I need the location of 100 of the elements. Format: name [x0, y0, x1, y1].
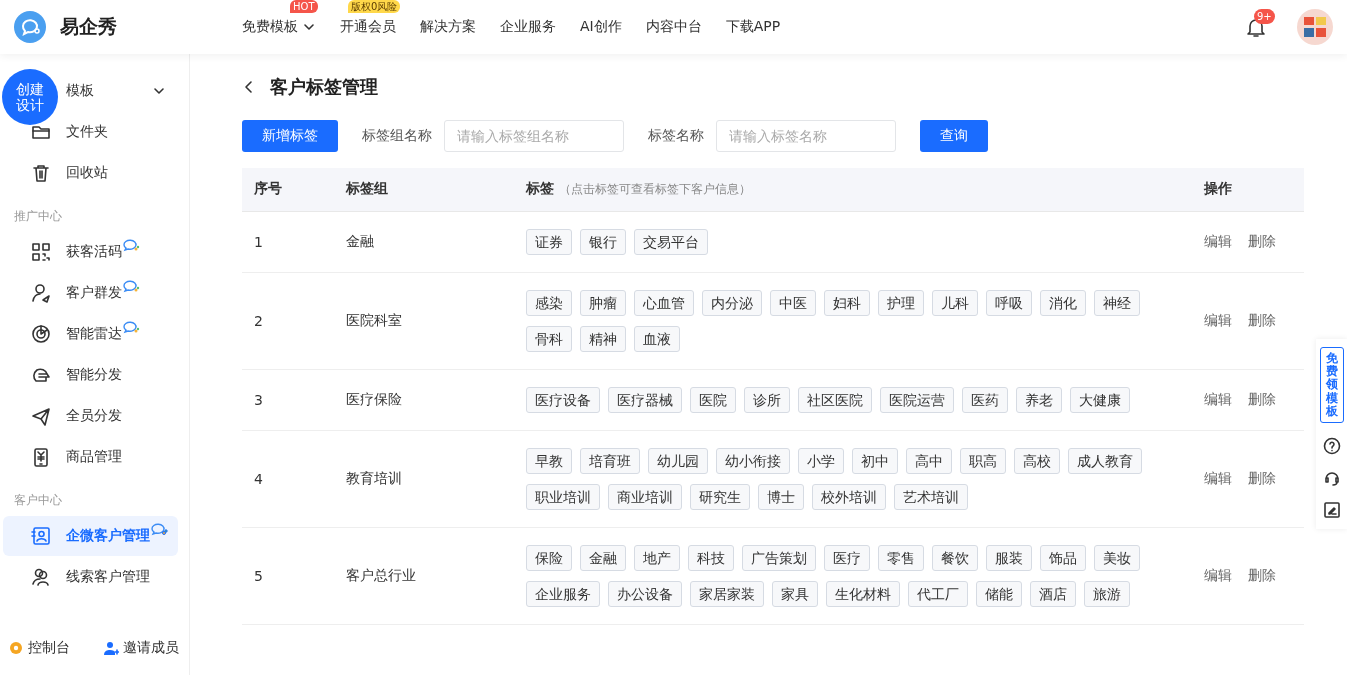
tag-chip[interactable]: 企业服务	[526, 580, 600, 607]
tag-chip[interactable]: 办公设备	[608, 580, 682, 607]
add-tag-button[interactable]: 新增标签	[242, 120, 338, 152]
tag-chip[interactable]: 心血管	[634, 289, 694, 316]
input-field[interactable]: 请输入标签组名称	[444, 120, 624, 152]
tag-chip[interactable]: 金融	[580, 544, 626, 571]
edit-icon[interactable]	[1322, 500, 1341, 519]
tag-chip[interactable]: 护理	[878, 289, 924, 316]
free-template-link[interactable]: 免费领模板	[1319, 347, 1344, 423]
tag-chip[interactable]: 证券	[526, 228, 572, 255]
query-button[interactable]: 查询	[920, 120, 988, 152]
delete-link[interactable]: 删除	[1248, 232, 1276, 249]
sidebar-item[interactable]: 获客活码	[3, 232, 178, 272]
nav-link[interactable]: 内容中台	[645, 18, 702, 36]
tag-chip[interactable]: 内分泌	[702, 289, 762, 316]
tag-chip[interactable]: 商业培训	[608, 483, 682, 510]
tag-chip[interactable]: 职高	[960, 447, 1006, 474]
tag-chip[interactable]: 科技	[688, 544, 734, 571]
sidebar-item[interactable]: 智能雷达	[3, 314, 178, 354]
sidebar-item[interactable]: 全员分发	[3, 396, 178, 436]
tag-chip[interactable]: 幼小衔接	[716, 447, 790, 474]
sidebar-item[interactable]: 商品管理	[3, 437, 178, 477]
tag-chip[interactable]: 银行	[580, 228, 626, 255]
delete-link[interactable]: 删除	[1248, 390, 1276, 407]
nav-link[interactable]: 解决方案	[420, 18, 476, 36]
tag-chip[interactable]: 家具	[772, 580, 818, 607]
help-icon[interactable]	[1322, 436, 1341, 455]
edit-link[interactable]: 编辑	[1204, 232, 1232, 249]
nav-link[interactable]: 开通会员	[340, 18, 396, 36]
tag-chip[interactable]: 服装	[986, 544, 1032, 571]
tag-chip[interactable]: 高校	[1014, 447, 1060, 474]
tag-chip[interactable]: 零售	[878, 544, 924, 571]
tag-chip[interactable]: 校外培训	[812, 483, 886, 510]
tag-chip[interactable]: 医疗设备	[526, 386, 600, 413]
edit-link[interactable]: 编辑	[1204, 566, 1232, 583]
tag-chip[interactable]: 中医	[770, 289, 816, 316]
tag-chip[interactable]: 艺术培训	[894, 483, 968, 510]
tag-chip[interactable]: 职业培训	[526, 483, 600, 510]
avatar-icon[interactable]	[1297, 9, 1333, 45]
tag-chip[interactable]: 地产	[634, 544, 680, 571]
tag-chip[interactable]: 高中	[906, 447, 952, 474]
tag-chip[interactable]: 医院运营	[880, 386, 954, 413]
tag-chip[interactable]: 美妆	[1094, 544, 1140, 571]
tag-chip[interactable]: 呼吸	[986, 289, 1032, 316]
tag-chip[interactable]: 血液	[634, 325, 680, 352]
tag-chip[interactable]: 保险	[526, 544, 572, 571]
tag-chip[interactable]: 成人教育	[1068, 447, 1142, 474]
tag-chip[interactable]: 酒店	[1030, 580, 1076, 607]
create-design-button[interactable]: 创建设计	[2, 69, 58, 125]
nav-link[interactable]: AI创作	[580, 18, 622, 36]
nav-link[interactable]: 企业服务	[500, 18, 556, 36]
nav-link[interactable]: 免费模板	[242, 18, 316, 36]
sidebar-item[interactable]: 企微客户管理	[3, 516, 178, 556]
tag-chip[interactable]: 初中	[852, 447, 898, 474]
tag-chip[interactable]: 研究生	[690, 483, 750, 510]
tag-chip[interactable]: 儿科	[932, 289, 978, 316]
tag-chip[interactable]: 社区医院	[798, 386, 872, 413]
tag-chip[interactable]: 交易平台	[634, 228, 708, 255]
delete-link[interactable]: 删除	[1248, 311, 1276, 328]
tag-chip[interactable]: 精神	[580, 325, 626, 352]
input-field[interactable]: 请输入标签名称	[716, 120, 896, 152]
tag-chip[interactable]: 代工厂	[908, 580, 968, 607]
edit-link[interactable]: 编辑	[1204, 390, 1232, 407]
tag-chip[interactable]: 感染	[526, 289, 572, 316]
tag-chip[interactable]: 医院	[690, 386, 736, 413]
edit-link[interactable]: 编辑	[1204, 469, 1232, 486]
tag-chip[interactable]: 家居家装	[690, 580, 764, 607]
sidebar-item[interactable]: 回收站	[3, 153, 178, 193]
tag-chip[interactable]: 消化	[1040, 289, 1086, 316]
brand-name[interactable]: 易企秀	[60, 14, 117, 40]
edit-link[interactable]: 编辑	[1204, 311, 1232, 328]
tag-chip[interactable]: 妇科	[824, 289, 870, 316]
tag-chip[interactable]: 生化材料	[826, 580, 900, 607]
footer-link[interactable]: 控制台	[8, 639, 70, 657]
tag-chip[interactable]: 饰品	[1040, 544, 1086, 571]
sidebar-item[interactable]: 模板	[62, 71, 178, 111]
tag-chip[interactable]: 诊所	[744, 386, 790, 413]
tag-chip[interactable]: 餐饮	[932, 544, 978, 571]
tag-chip[interactable]: 肿瘤	[580, 289, 626, 316]
tag-chip[interactable]: 早教	[526, 447, 572, 474]
delete-link[interactable]: 删除	[1248, 469, 1276, 486]
tag-chip[interactable]: 医疗	[824, 544, 870, 571]
tag-chip[interactable]: 养老	[1016, 386, 1062, 413]
nav-link[interactable]: 下载APP	[725, 18, 781, 36]
sidebar-item[interactable]: 智能分发	[3, 355, 178, 395]
tag-chip[interactable]: 储能	[976, 580, 1022, 607]
tag-chip[interactable]: 小学	[798, 447, 844, 474]
footer-link[interactable]: 邀请成员	[103, 639, 179, 657]
tag-chip[interactable]: 大健康	[1070, 386, 1130, 413]
tag-chip[interactable]: 广告策划	[742, 544, 816, 571]
tag-chip[interactable]: 神经	[1094, 289, 1140, 316]
tag-chip[interactable]: 骨科	[526, 325, 572, 352]
tag-chip[interactable]: 培育班	[580, 447, 640, 474]
tag-chip[interactable]: 博士	[758, 483, 804, 510]
tag-chip[interactable]: 医疗器械	[608, 386, 682, 413]
tag-chip[interactable]: 幼儿园	[648, 447, 708, 474]
tag-chip[interactable]: 医药	[962, 386, 1008, 413]
delete-link[interactable]: 删除	[1248, 566, 1276, 583]
sidebar-item[interactable]: 客户群发	[3, 273, 178, 313]
tag-chip[interactable]: 旅游	[1084, 580, 1130, 607]
